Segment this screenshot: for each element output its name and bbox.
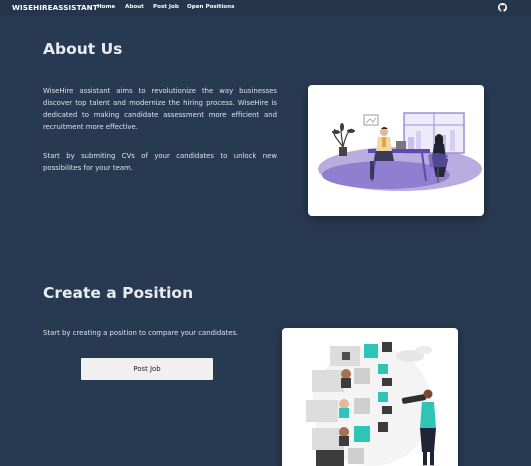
- create-image-card: [282, 328, 458, 466]
- about-title: About Us: [43, 40, 123, 58]
- nav-link-home[interactable]: Home: [97, 4, 115, 10]
- about-paragraph-2: Start by submiting CVs of your candidate…: [43, 152, 277, 172]
- create-title: Create a Position: [43, 284, 194, 302]
- create-paragraph: Start by creating a position to compare …: [43, 329, 239, 337]
- navbar: WISEHIREASSISTANT Home About Post Job Op…: [0, 0, 531, 16]
- meeting-illustration: [318, 112, 482, 191]
- nav-link-open-positions[interactable]: Open Positions: [187, 4, 234, 10]
- github-icon[interactable]: [498, 3, 507, 12]
- about-paragraph-1: WiseHire assistant aims to revolutionize…: [43, 87, 277, 131]
- nav-link-about[interactable]: About: [125, 4, 144, 10]
- brand-logo[interactable]: WISEHIREASSISTANT: [12, 3, 98, 12]
- about-image-card: [308, 85, 484, 216]
- candidate-search-illustration: [306, 342, 437, 466]
- post-job-button[interactable]: Post Job: [81, 358, 213, 380]
- nav-link-post-job[interactable]: Post Job: [153, 4, 179, 10]
